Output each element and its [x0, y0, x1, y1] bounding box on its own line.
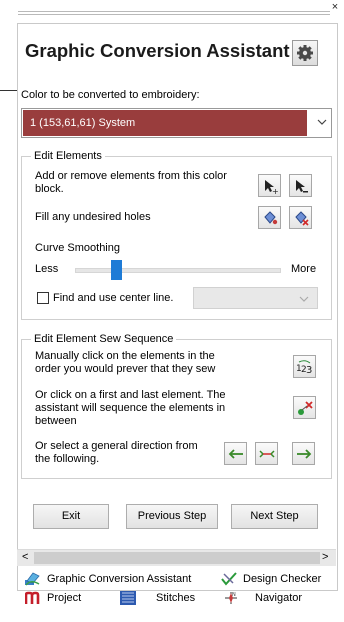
add-element-button[interactable]: + [258, 174, 281, 197]
page-title: Graphic Conversion Assistant [25, 40, 290, 61]
stitches-icon [120, 591, 136, 605]
navigator-icon: N [225, 592, 237, 604]
fill-holes-button[interactable] [258, 206, 281, 229]
manual-sequence-text: Manually click on the elements in the or… [35, 350, 216, 375]
first-last-text: Or click on a first and last element. Th… [35, 389, 226, 427]
add-remove-text: Add or remove elements from this color b… [35, 170, 227, 195]
tab-design-checker[interactable]: Design Checker [221, 570, 331, 588]
tab-label: Design Checker [243, 573, 322, 585]
project-icon [25, 591, 40, 604]
arrow-inward-icon [258, 449, 275, 458]
sequence-123-icon: 1 2 3 [296, 359, 312, 375]
fill-holes-text: Fill any undesired holes [35, 211, 151, 223]
curve-smoothing-thumb[interactable] [111, 260, 122, 280]
curve-smoothing-label: Curve Smoothing [35, 242, 120, 254]
sew-sequence-legend: Edit Element Sew Sequence [31, 333, 177, 345]
close-icon[interactable]: × [329, 1, 341, 13]
chevron-down-icon [317, 119, 327, 125]
graphic-conversion-icon [25, 572, 40, 586]
panel-grip[interactable] [18, 11, 330, 17]
next-step-button[interactable]: Next Step [231, 504, 318, 529]
arrow-left-icon [228, 448, 243, 459]
scroll-left-button[interactable]: < [22, 551, 28, 564]
tab-project[interactable]: Project [25, 589, 115, 607]
gear-icon [297, 45, 313, 61]
manual-sequence-button[interactable]: 1 2 3 [293, 355, 316, 378]
paint-bucket-icon [263, 210, 277, 224]
direction-text: Or select a general direction from the f… [35, 440, 198, 465]
remove-element-icon [295, 179, 308, 192]
scrollbar-thumb[interactable] [34, 552, 320, 564]
exit-button[interactable]: Exit [33, 504, 109, 529]
previous-step-button[interactable]: Previous Step [126, 504, 218, 529]
tab-row-1: Graphic Conversion Assistant Design Chec… [17, 570, 336, 588]
center-line-label[interactable]: Find and use center line. [53, 292, 173, 305]
color-selected-value: 1 (153,61,61) System [23, 110, 307, 136]
horizontal-scrollbar[interactable]: < > [17, 549, 336, 566]
direction-left-button[interactable] [224, 442, 247, 465]
add-element-icon: + [264, 179, 278, 194]
color-label: Color to be converted to embroidery: [21, 89, 200, 101]
tab-label: Navigator [255, 592, 303, 604]
tab-label: Graphic Conversion Assistant [47, 573, 192, 585]
center-line-select [193, 287, 318, 309]
first-last-icon [297, 400, 313, 415]
scroll-right-button[interactable]: > [322, 551, 328, 564]
color-select[interactable]: 1 (153,61,61) System [21, 108, 332, 138]
remove-element-button[interactable] [289, 174, 312, 197]
settings-button[interactable] [292, 40, 318, 66]
tab-label: Stitches [156, 592, 196, 604]
paint-bucket-remove-icon [294, 210, 309, 226]
curve-smoothing-track[interactable] [75, 268, 281, 273]
fill-holes-alt-button[interactable] [289, 206, 312, 229]
tab-label: Project [47, 592, 82, 604]
tab-graphic-conversion-assistant[interactable]: Graphic Conversion Assistant [25, 570, 221, 588]
center-line-checkbox[interactable] [37, 292, 49, 304]
direction-center-button[interactable] [255, 442, 278, 465]
tab-stitches[interactable]: Stitches [120, 589, 215, 607]
tab-navigator[interactable]: N Navigator [223, 589, 331, 607]
svg-text:N: N [232, 592, 236, 598]
slider-max-label: More [291, 263, 317, 275]
tab-row-2: Project Stitches N Navigator [17, 589, 336, 607]
svg-text:3: 3 [306, 365, 312, 375]
direction-right-button[interactable] [292, 442, 315, 465]
arrow-right-icon [296, 448, 311, 459]
splitter-line [0, 90, 17, 91]
design-checker-icon [221, 572, 237, 586]
slider-min-label: Less [35, 263, 59, 275]
edit-elements-legend: Edit Elements [31, 150, 105, 162]
svg-text:+: + [272, 187, 278, 194]
first-last-button[interactable] [293, 396, 316, 419]
chevron-down-icon [299, 296, 309, 302]
